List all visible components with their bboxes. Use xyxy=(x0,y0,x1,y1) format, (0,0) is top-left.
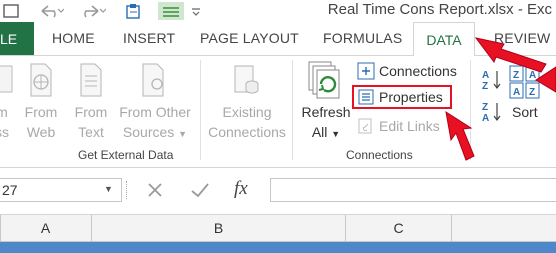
red-arrow-properties xyxy=(445,110,475,161)
annotation-arrows xyxy=(445,37,556,161)
red-arrow-data-tab xyxy=(474,37,547,73)
